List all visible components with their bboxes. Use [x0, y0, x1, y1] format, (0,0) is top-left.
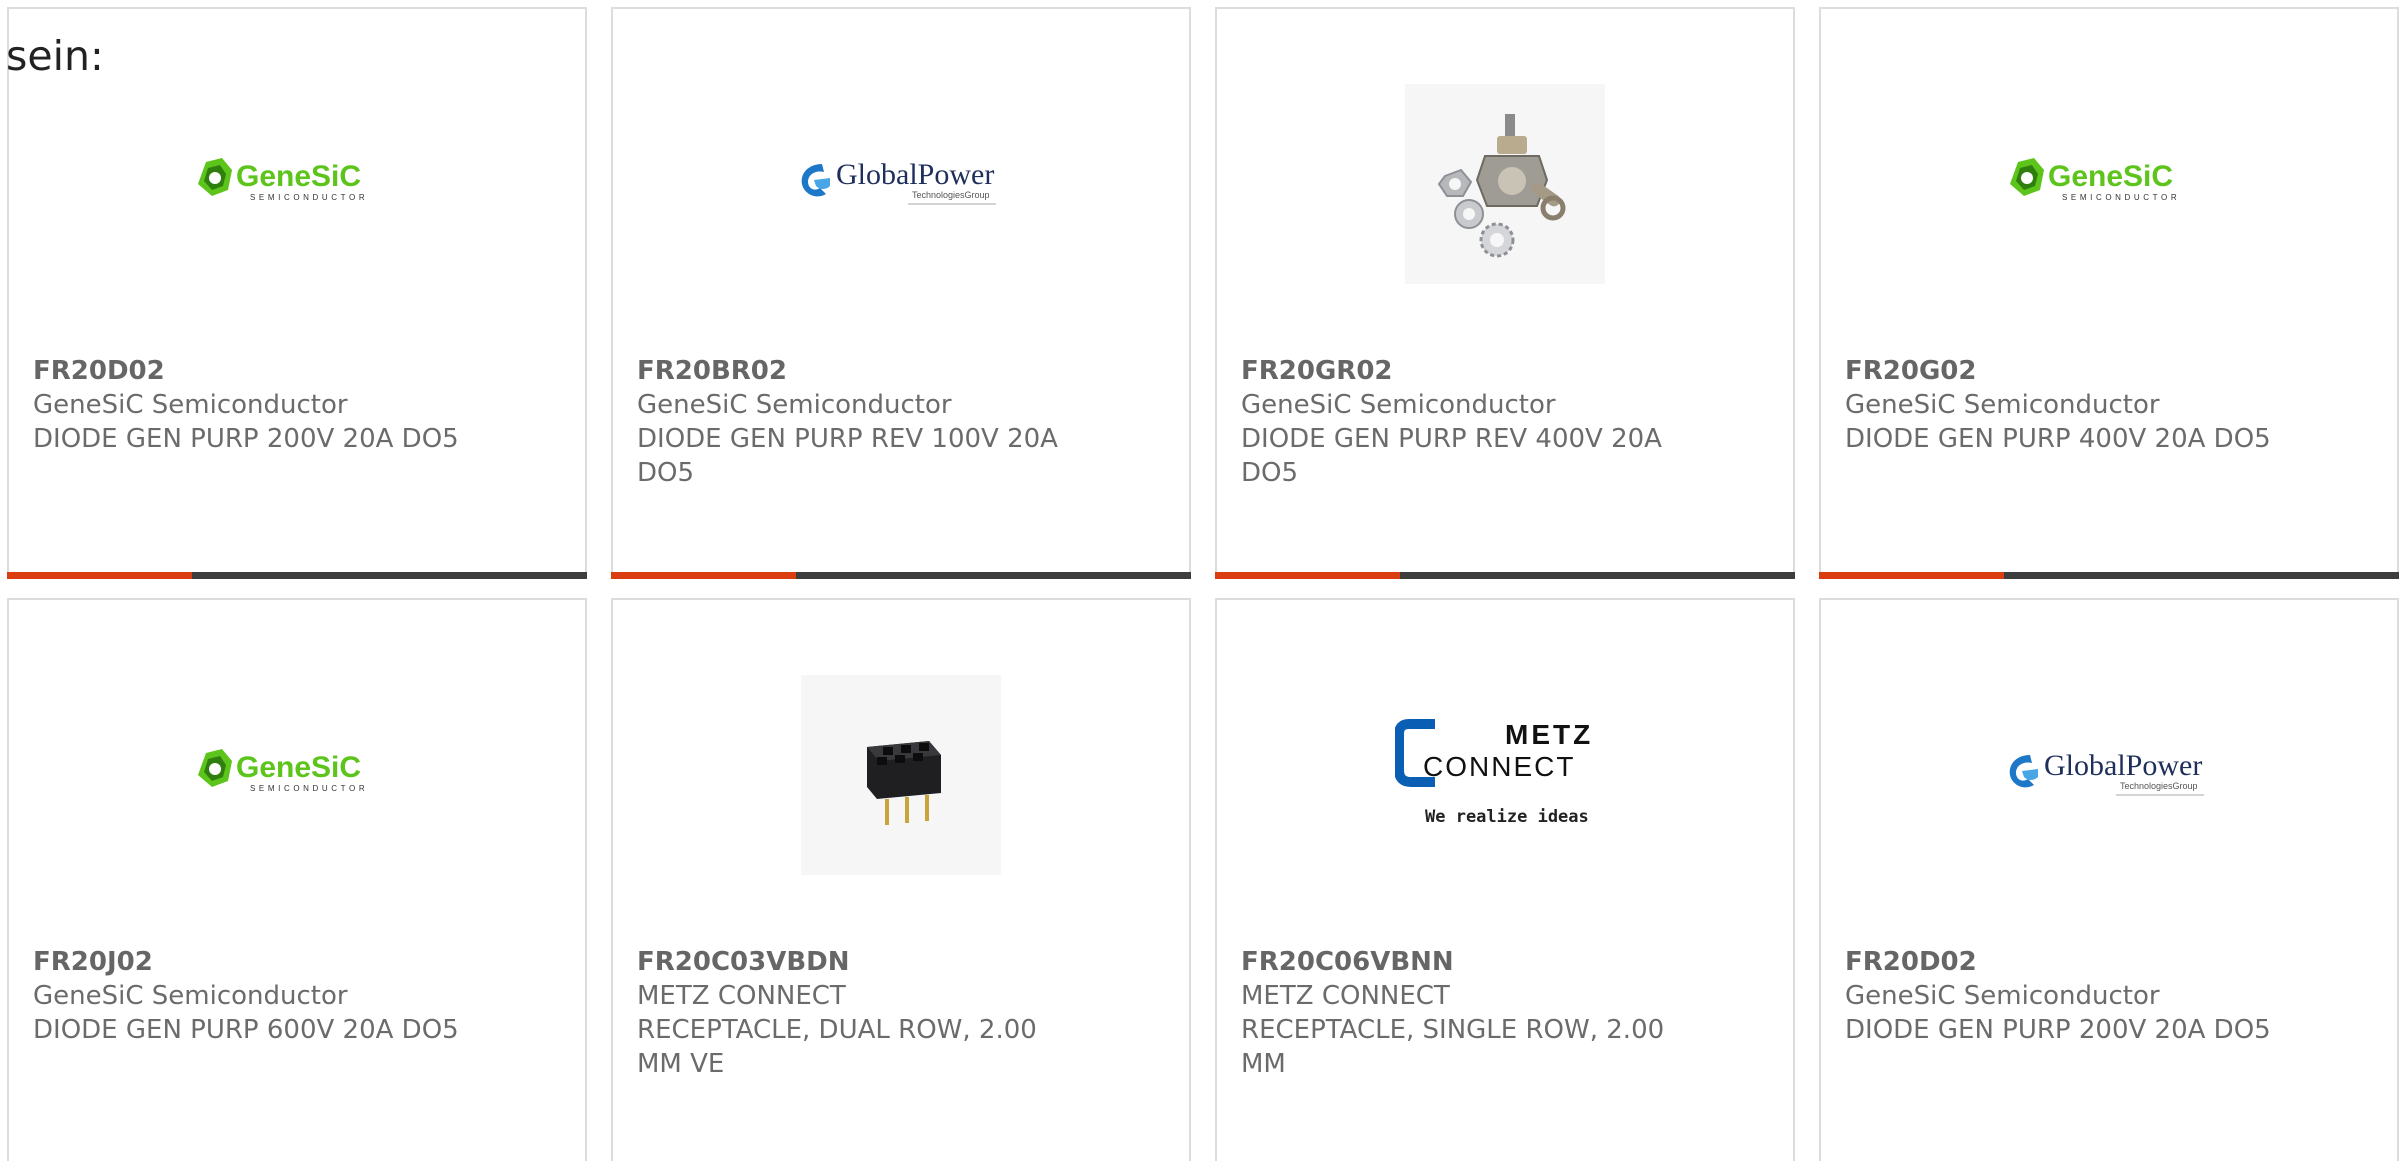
product-card[interactable]: GlobalPower TechnologiesGroup FR20BR02 G… — [611, 7, 1191, 579]
manufacturer-name: GeneSiC Semiconductor — [1241, 390, 1556, 420]
logo-sub: SEMICONDUCTOR — [250, 784, 368, 793]
product-image[interactable] — [1217, 69, 1793, 299]
part-number-link[interactable]: FR20C06VBNN — [1241, 945, 1673, 979]
card-bottom-bar — [1819, 572, 2399, 579]
product-info: FR20J02 GeneSiC Semiconductor DIODE GEN … — [33, 945, 465, 1047]
product-info: FR20C03VBDN METZ CONNECT RECEPTACLE, DUA… — [637, 945, 1069, 1081]
product-card[interactable]: GlobalPower TechnologiesGroup FR20D02 Ge… — [1819, 598, 2399, 1161]
metz-connect-logo: METZ CONNECT We realize ideas — [1395, 719, 1593, 827]
product-card[interactable]: METZ CONNECT We realize ideas FR20C06VBN… — [1215, 598, 1795, 1161]
logo-sub: SEMICONDUCTOR — [250, 193, 368, 202]
manufacturer-name: GeneSiC Semiconductor — [1845, 390, 2160, 420]
part-number-link[interactable]: FR20G02 — [1845, 354, 2277, 388]
product-card[interactable]: GeneSiC SEMICONDUCTOR FR20J02 GeneSiC Se… — [7, 598, 587, 1161]
logo-name: GeneSiC — [236, 751, 361, 784]
product-info: FR20C06VBNN METZ CONNECT RECEPTACLE, SIN… — [1241, 945, 1673, 1081]
receptacle-photo — [801, 675, 1001, 875]
product-description: DIODE GEN PURP 200V 20A DO5 — [33, 424, 459, 454]
part-number-link[interactable]: FR20BR02 — [637, 354, 1069, 388]
product-card[interactable]: FR20GR02 GeneSiC Semiconductor DIODE GEN… — [1215, 7, 1795, 579]
product-info: FR20GR02 GeneSiC Semiconductor DIODE GEN… — [1241, 354, 1673, 490]
manufacturer-name: GeneSiC Semiconductor — [33, 981, 348, 1011]
logo-name: GeneSiC — [236, 160, 361, 193]
product-info: FR20D02 GeneSiC Semiconductor DIODE GEN … — [1845, 945, 2277, 1047]
manufacturer-name: GeneSiC Semiconductor — [637, 390, 952, 420]
card-accent-bar — [1215, 572, 1400, 579]
genesic-logo: GeneSiC SEMICONDUCTOR — [2010, 158, 2180, 202]
card-accent-bar — [7, 572, 192, 579]
logo-name: GlobalPower — [2044, 749, 2202, 782]
part-number-link[interactable]: FR20D02 — [33, 354, 465, 388]
card-accent-bar — [611, 572, 796, 579]
product-image[interactable]: GeneSiC SEMICONDUCTOR — [9, 660, 585, 890]
product-description: RECEPTACLE, SINGLE ROW, 2.00 MM — [1241, 1015, 1665, 1079]
logo-sub: TechnologiesGroup — [912, 190, 990, 200]
card-bottom-bar — [1215, 572, 1795, 579]
globalpower-logo: GlobalPower TechnologiesGroup — [801, 158, 996, 205]
manufacturer-name: METZ CONNECT — [637, 981, 846, 1011]
part-number-link[interactable]: FR20GR02 — [1241, 354, 1673, 388]
logo-sub: SEMICONDUCTOR — [2062, 193, 2180, 202]
logo-name-1: METZ — [1505, 719, 1593, 750]
genesic-logo: GeneSiC SEMICONDUCTOR — [198, 749, 368, 793]
product-info: FR20G02 GeneSiC Semiconductor DIODE GEN … — [1845, 354, 2277, 456]
part-number-link[interactable]: FR20C03VBDN — [637, 945, 1069, 979]
product-card[interactable]: GeneSiC SEMICONDUCTOR FR20D02 GeneSiC Se… — [7, 7, 587, 579]
product-image[interactable]: METZ CONNECT We realize ideas — [1217, 660, 1793, 890]
card-bottom-bar — [611, 572, 1191, 579]
genesic-logo: GeneSiC SEMICONDUCTOR — [198, 158, 368, 202]
product-description: RECEPTACLE, DUAL ROW, 2.00 MM VE — [637, 1015, 1037, 1079]
product-description: DIODE GEN PURP REV 400V 20A DO5 — [1241, 424, 1662, 488]
card-bottom-bar — [7, 572, 587, 579]
product-image[interactable]: GeneSiC SEMICONDUCTOR — [1821, 69, 2397, 299]
product-card[interactable]: GeneSiC SEMICONDUCTOR FR20G02 GeneSiC Se… — [1819, 7, 2399, 579]
logo-sub: We realize ideas — [1425, 807, 1589, 827]
manufacturer-name: GeneSiC Semiconductor — [33, 390, 348, 420]
product-image[interactable] — [613, 660, 1189, 890]
product-description: DIODE GEN PURP 600V 20A DO5 — [33, 1015, 459, 1045]
logo-name: GlobalPower — [836, 158, 994, 191]
product-info: FR20D02 GeneSiC Semiconductor DIODE GEN … — [33, 354, 465, 456]
product-image[interactable]: GeneSiC SEMICONDUCTOR — [9, 69, 585, 299]
product-description: DIODE GEN PURP REV 100V 20A DO5 — [637, 424, 1058, 488]
product-image[interactable]: GlobalPower TechnologiesGroup — [613, 69, 1189, 299]
part-number-link[interactable]: FR20J02 — [33, 945, 465, 979]
product-grid-page: sein: GeneSiC SEMICONDUCTOR FR20D02 Gene… — [0, 0, 2400, 1161]
intro-text: sein: — [6, 32, 104, 80]
manufacturer-name: METZ CONNECT — [1241, 981, 1450, 1011]
logo-name-2: CONNECT — [1423, 751, 1575, 782]
logo-name: GeneSiC — [2048, 160, 2173, 193]
part-number-link[interactable]: FR20D02 — [1845, 945, 2277, 979]
logo-sub: TechnologiesGroup — [2120, 781, 2198, 791]
product-image[interactable]: GlobalPower TechnologiesGroup — [1821, 660, 2397, 890]
globalpower-logo: GlobalPower TechnologiesGroup — [2009, 749, 2204, 796]
stud-diode-photo — [1405, 84, 1605, 284]
card-accent-bar — [1819, 572, 2004, 579]
product-description: DIODE GEN PURP 400V 20A DO5 — [1845, 424, 2271, 454]
product-info: FR20BR02 GeneSiC Semiconductor DIODE GEN… — [637, 354, 1069, 490]
product-card[interactable]: FR20C03VBDN METZ CONNECT RECEPTACLE, DUA… — [611, 598, 1191, 1161]
manufacturer-name: GeneSiC Semiconductor — [1845, 981, 2160, 1011]
product-description: DIODE GEN PURP 200V 20A DO5 — [1845, 1015, 2271, 1045]
